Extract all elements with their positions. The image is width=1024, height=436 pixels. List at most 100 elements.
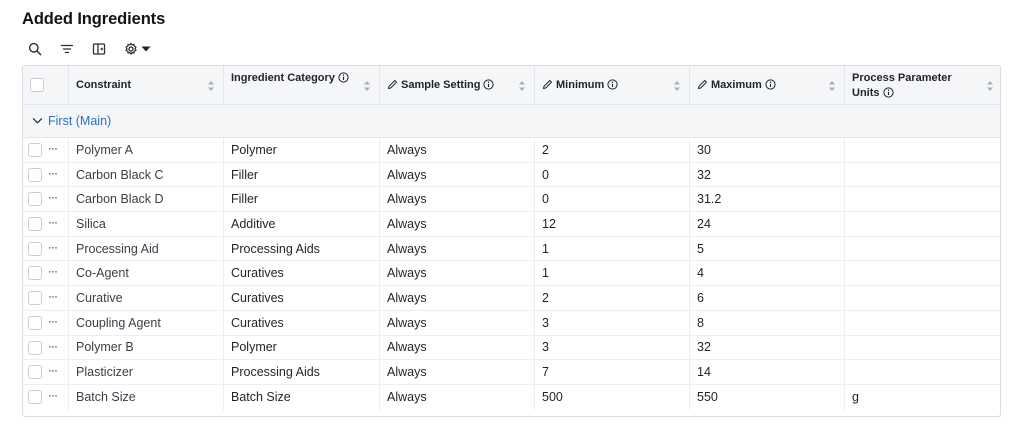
column-header-maximum[interactable]: Maximum xyxy=(690,66,845,105)
row-actions-button[interactable]: ··· xyxy=(48,289,58,303)
table-row: ··· Coupling Agent Curatives Always 3 8 xyxy=(23,310,1000,336)
row-checkbox[interactable] xyxy=(28,143,42,157)
minimum-cell[interactable]: 0 xyxy=(535,162,690,187)
select-all-checkbox[interactable] xyxy=(30,78,44,92)
sort-icon[interactable] xyxy=(207,80,215,92)
row-actions-button[interactable]: ··· xyxy=(48,166,58,180)
maximum-cell[interactable]: 5 xyxy=(690,236,845,261)
info-icon[interactable] xyxy=(483,79,495,90)
row-actions-button[interactable]: ··· xyxy=(48,314,58,328)
minimum-cell[interactable]: 3 xyxy=(535,335,690,360)
row-actions-button[interactable]: ··· xyxy=(48,264,58,278)
column-header-process-parameter-units[interactable]: Process Parameter Units xyxy=(845,66,1000,105)
sort-icon[interactable] xyxy=(828,80,836,92)
row-checkbox[interactable] xyxy=(28,266,42,281)
row-checkbox[interactable] xyxy=(28,192,42,207)
sample-setting-cell[interactable]: Always xyxy=(380,286,535,310)
row-actions-button[interactable]: ··· xyxy=(48,215,58,229)
minimum-cell[interactable]: 2 xyxy=(535,286,690,310)
column-header-ingredient-category[interactable]: Ingredient Category xyxy=(224,66,380,105)
row-actions-button[interactable]: ··· xyxy=(48,141,58,155)
category-cell: Batch Size xyxy=(224,384,380,410)
row-checkbox[interactable] xyxy=(28,315,42,330)
columns-button[interactable] xyxy=(92,39,106,59)
minimum-cell[interactable]: 2 xyxy=(535,138,690,162)
group-row-toggle[interactable]: First (Main) xyxy=(23,105,1000,138)
maximum-cell[interactable]: 14 xyxy=(690,360,845,384)
row-actions-button[interactable]: ··· xyxy=(48,339,58,353)
maximum-cell[interactable]: 32 xyxy=(690,335,845,360)
sample-setting-cell[interactable]: Always xyxy=(380,335,535,360)
sort-icon[interactable] xyxy=(986,80,994,92)
units-cell xyxy=(845,336,1000,360)
column-header-minimum[interactable]: Minimum xyxy=(535,66,690,105)
table-row: ··· Plasticizer Processing Aids Always 7 14 xyxy=(23,360,1000,385)
sample-setting-cell[interactable]: Always xyxy=(380,162,535,187)
minimum-cell[interactable]: 1 xyxy=(535,236,690,261)
pencil-icon xyxy=(698,80,707,89)
sample-setting-cell[interactable]: Always xyxy=(380,360,535,384)
maximum-cell[interactable]: 32 xyxy=(690,162,845,187)
row-actions-button[interactable]: ··· xyxy=(48,388,58,402)
constraint-cell: Carbon Black D xyxy=(69,187,224,212)
maximum-cell[interactable]: 8 xyxy=(690,310,845,335)
table-row: ··· Silica Additive Always 12 24 xyxy=(23,212,1000,237)
maximum-cell[interactable]: 4 xyxy=(690,261,845,286)
sort-icon[interactable] xyxy=(673,80,681,92)
category-cell: Curatives xyxy=(224,310,380,335)
row-checkbox[interactable] xyxy=(28,365,42,380)
row-actions-button[interactable]: ··· xyxy=(48,240,58,254)
minimum-cell[interactable]: 12 xyxy=(535,212,690,236)
row-checkbox[interactable] xyxy=(28,217,42,232)
column-label: Process Parameter Units xyxy=(852,72,952,99)
column-label: Sample Setting xyxy=(401,79,481,91)
maximum-cell[interactable]: 550 xyxy=(690,384,845,410)
row-checkbox[interactable] xyxy=(28,389,42,404)
units-cell xyxy=(845,187,1000,211)
maximum-cell[interactable]: 30 xyxy=(690,138,845,162)
sample-setting-cell[interactable]: Always xyxy=(380,310,535,335)
table-row: ··· Batch Size Batch Size Always 500 550 g xyxy=(23,384,1000,410)
info-icon[interactable] xyxy=(882,87,894,98)
row-controls-cell: ··· xyxy=(23,138,69,162)
units-cell: g xyxy=(852,390,859,405)
settings-dropdown-button[interactable] xyxy=(124,39,151,59)
sample-setting-cell[interactable]: Always xyxy=(380,261,535,286)
row-controls-cell: ··· xyxy=(23,236,69,261)
row-controls-cell: ··· xyxy=(23,310,69,335)
info-icon[interactable] xyxy=(765,79,776,90)
maximum-cell[interactable]: 31.2 xyxy=(690,187,845,212)
sample-setting-cell[interactable]: Always xyxy=(380,187,535,212)
row-controls-cell: ··· xyxy=(23,384,69,410)
minimum-cell[interactable]: 3 xyxy=(535,310,690,335)
row-actions-button[interactable]: ··· xyxy=(48,363,58,377)
minimum-cell[interactable]: 0 xyxy=(535,187,690,212)
filter-icon xyxy=(60,44,74,54)
table-header: Constraint Ingredient Category Sample Se… xyxy=(23,66,1000,105)
search-button[interactable] xyxy=(28,39,42,59)
sample-setting-cell[interactable]: Always xyxy=(380,138,535,162)
sample-setting-cell[interactable]: Always xyxy=(380,384,535,410)
minimum-cell[interactable]: 1 xyxy=(535,261,690,286)
filter-button[interactable] xyxy=(60,39,74,59)
row-checkbox[interactable] xyxy=(28,340,42,355)
row-checkbox[interactable] xyxy=(28,167,42,182)
sample-setting-cell[interactable]: Always xyxy=(380,212,535,236)
minimum-cell[interactable]: 500 xyxy=(535,384,690,410)
row-checkbox[interactable] xyxy=(28,241,42,256)
info-icon[interactable] xyxy=(607,79,618,90)
column-header-sample-setting[interactable]: Sample Setting xyxy=(380,66,535,105)
column-header-constraint[interactable]: Constraint xyxy=(69,66,224,105)
minimum-cell[interactable]: 7 xyxy=(535,360,690,384)
maximum-cell[interactable]: 24 xyxy=(690,212,845,236)
maximum-cell[interactable]: 6 xyxy=(690,286,845,310)
sort-icon[interactable] xyxy=(518,80,526,92)
sort-icon[interactable] xyxy=(363,80,371,92)
row-checkbox[interactable] xyxy=(28,291,42,306)
sample-setting-cell[interactable]: Always xyxy=(380,236,535,261)
category-cell: Curatives xyxy=(224,261,380,286)
info-icon[interactable] xyxy=(338,72,349,83)
row-controls-cell: ··· xyxy=(23,212,69,236)
row-actions-button[interactable]: ··· xyxy=(48,190,58,204)
column-label: Constraint xyxy=(76,79,131,91)
